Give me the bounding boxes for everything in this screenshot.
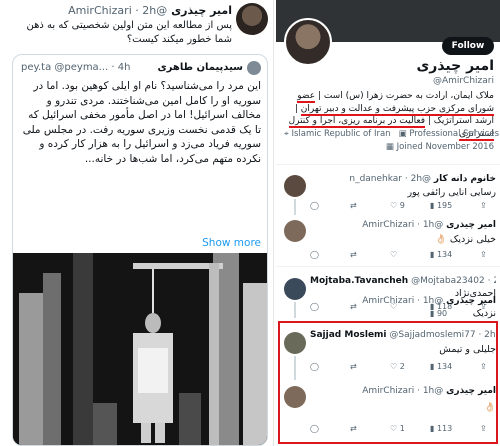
reply-tweet[interactable]: امیر چیذری @AmirChizari · 1h خیلی نزدیک … xyxy=(276,214,500,266)
tweet-author[interactable]: امیر چیذری @AmirChizari · 2h xyxy=(40,4,232,17)
reply-handle: @n_danehkar · 2h xyxy=(349,174,432,184)
historical-photo-image xyxy=(13,253,267,445)
bio-text: ملاک ایمان، ارادت به حضرت زهرا (س) است | xyxy=(317,91,494,101)
reply-text: خیلی نزدیک 👌🏻 xyxy=(435,234,496,245)
reply-icon[interactable]: ◯ xyxy=(310,362,319,371)
avatar[interactable] xyxy=(284,386,306,408)
thread-line xyxy=(294,199,296,215)
like-count: 1 xyxy=(399,424,405,433)
reply-author[interactable]: امیر چیذری xyxy=(446,296,496,306)
reply-header: Mojtaba.Tavancheh @Mojtaba23402 · 2h xyxy=(310,276,496,286)
calendar-icon: ▦ xyxy=(385,142,394,152)
reply-handle: @Mojtaba23402 · 2h xyxy=(411,276,496,286)
reply-tweet[interactable]: Sajjad Moslemi @Sajjadmoslemi77 · 2h جلی… xyxy=(276,326,500,380)
share-icon[interactable]: ⇪ xyxy=(480,250,487,259)
reply-author[interactable]: Mojtaba.Tavancheh xyxy=(310,276,408,286)
quoted-author-meta: pey.ta @peyma... · 4h xyxy=(21,62,131,73)
like-button[interactable]: ♡ 9 xyxy=(390,201,405,210)
profile-handle: @AmirChizari xyxy=(432,76,494,86)
reply-author[interactable]: خانوم دانه کار xyxy=(434,174,496,184)
share-icon[interactable]: ⇪ xyxy=(480,424,487,433)
quoted-avatar xyxy=(247,61,261,75)
reply-header: خانوم دانه کار @n_danehkar · 2h xyxy=(310,174,496,184)
retweet-icon[interactable]: ⇄ xyxy=(350,201,357,210)
reply-tweet[interactable]: خانوم دانه کار @n_danehkar · 2h رسایی ان… xyxy=(276,164,500,215)
location-icon: ⌖ xyxy=(284,129,289,139)
retweet-icon[interactable]: ⇄ xyxy=(350,362,357,371)
reply-actions: ◯ ⇄ ♡ 1 ▮ 113 ⇪ xyxy=(310,424,496,436)
quoted-tweet-image[interactable] xyxy=(13,253,267,445)
reply-icon[interactable]: ◯ xyxy=(310,201,319,210)
show-more-link[interactable]: Show more xyxy=(21,237,261,249)
quoted-tweet-text: این مرد را می‌شناسید؟ نام او ایلی کوهین … xyxy=(22,80,261,165)
profile-location: Islamic Republic of Iran xyxy=(291,129,391,139)
views-button[interactable]: ▮ 134 xyxy=(430,362,452,371)
reply-header: امیر چیذری @AmirChizari · 1h xyxy=(310,296,496,306)
reply-icon[interactable]: ◯ xyxy=(310,424,319,433)
view-count: 90 xyxy=(436,309,448,318)
view-count: 195 xyxy=(436,201,453,210)
retweet-icon[interactable]: ⇄ xyxy=(350,424,357,433)
profile-category: Professional Services xyxy=(409,129,500,139)
share-icon[interactable]: ⇪ xyxy=(480,362,487,371)
view-count: 134 xyxy=(436,250,453,259)
reply-handle: @AmirChizari · 1h xyxy=(362,220,444,230)
avatar[interactable] xyxy=(284,175,306,197)
reply-header: امیر چیذری @AmirChizari · 1h xyxy=(310,386,496,396)
views-button[interactable]: ▮ 134 xyxy=(430,250,452,259)
show-more-label[interactable]: Show more xyxy=(202,237,261,249)
reply-header: امیر چیذری @AmirChizari · 1h xyxy=(310,220,496,230)
quoted-tweet-header: سیدپیمان طاهری pey.ta @peyma... · 4h xyxy=(21,61,261,75)
reply-tweet[interactable]: امیر چیذری @AmirChizari · 1h 👌🏻 ◯ ⇄ ♡ 1 … xyxy=(276,380,500,442)
share-icon[interactable]: ⇪ xyxy=(480,201,487,210)
reply-handle: @AmirChizari · 1h xyxy=(362,386,444,396)
thread-line xyxy=(294,356,296,380)
reply-author[interactable]: امیر چیذری xyxy=(446,386,496,396)
views-button[interactable]: ▮ 113 xyxy=(430,424,452,433)
like-icon[interactable]: ♡ xyxy=(390,250,397,259)
reply-author[interactable]: Sajjad Moslemi xyxy=(310,330,387,340)
author-name[interactable]: امیر چیذری xyxy=(171,4,232,17)
quoted-author-name: سیدپیمان طاهری xyxy=(157,62,244,73)
reply-tweet-compact[interactable]: امیر چیذری @AmirChizari · 1h نزدیک ▮ 90 xyxy=(276,296,500,320)
reply-text: جلیلی و تیمش xyxy=(439,344,496,355)
reply-actions: ◯ ⇄ ♡ 9 ▮ 195 ⇪ xyxy=(310,201,496,213)
reply-text: نزدیک xyxy=(472,308,496,319)
view-count: 113 xyxy=(436,424,453,433)
avatar[interactable] xyxy=(284,220,306,242)
profile-meta: ⌖ Islamic Republic of Iran ▣ Professiona… xyxy=(284,128,499,154)
like-count: 9 xyxy=(399,201,405,210)
avatar[interactable] xyxy=(284,332,306,354)
like-count: 2 xyxy=(399,362,405,371)
reply-handle: @AmirChizari · 1h xyxy=(362,296,444,306)
reply-text: 👌🏻 xyxy=(484,402,496,413)
reply-text: رسایی انایی رائفی پور xyxy=(407,187,496,198)
reply-handle: @Sajjadmoslemi77 · 2h xyxy=(389,330,496,340)
reply-actions: ◯ ⇄ ♡ 2 ▮ 134 ⇪ xyxy=(310,362,496,374)
reply-actions: ◯ ⇄ ♡ ▮ 134 ⇪ xyxy=(310,250,496,262)
author-meta: @AmirChizari · 2h xyxy=(68,4,168,17)
follow-button[interactable]: Follow xyxy=(442,37,494,55)
like-button[interactable]: ♡ 2 xyxy=(390,362,405,371)
views-button[interactable]: ▮ 195 xyxy=(430,201,452,210)
profile-joined: Joined November 2016 xyxy=(396,142,494,152)
reply-icon[interactable]: ◯ xyxy=(310,250,319,259)
quoted-tweet[interactable]: سیدپیمان طاهری pey.ta @peyma... · 4h این… xyxy=(12,54,268,446)
like-button[interactable]: ♡ 1 xyxy=(390,424,405,433)
reply-header: Sajjad Moslemi @Sajjadmoslemi77 · 2h xyxy=(310,330,496,340)
view-count: 134 xyxy=(436,362,453,371)
tweet-text: پس از مطالعه این متن اولین شخصیتی که به … xyxy=(26,20,232,45)
avatar[interactable] xyxy=(236,3,268,35)
retweet-icon[interactable]: ⇄ xyxy=(350,250,357,259)
views-button[interactable]: ▮ 90 xyxy=(430,309,447,318)
briefcase-icon: ▣ xyxy=(398,129,407,139)
profile-panel: Follow امیر چیذری @AmirChizari ملاک ایما… xyxy=(276,0,500,446)
quote-tweet-panel: امیر چیذری @AmirChizari · 2h پس از مطالع… xyxy=(0,0,274,446)
profile-name: امیر چیذری xyxy=(416,58,494,74)
reply-author[interactable]: امیر چیذری xyxy=(446,220,496,230)
